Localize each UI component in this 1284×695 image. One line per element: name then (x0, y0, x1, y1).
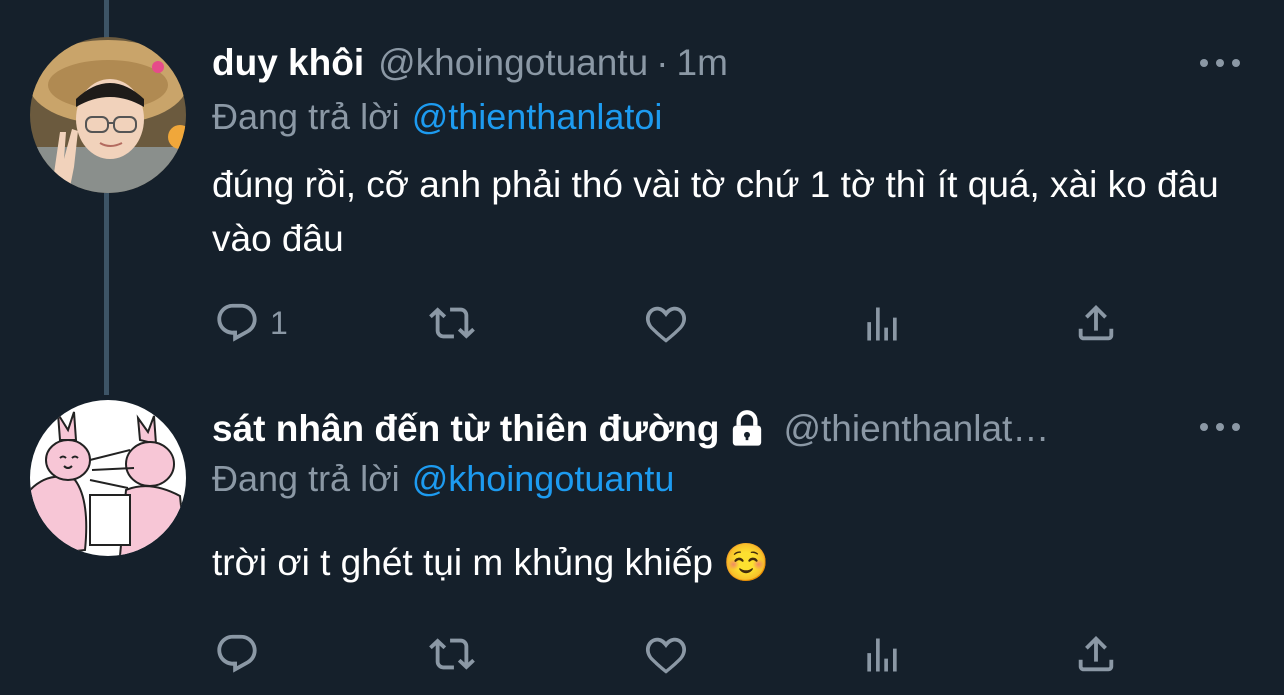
share-button[interactable] (1073, 631, 1119, 677)
analytics-button[interactable] (860, 302, 904, 346)
like-icon (645, 306, 687, 343)
analytics-button[interactable] (860, 633, 904, 677)
timestamp[interactable]: 1m (677, 42, 728, 84)
tweet-header: duy khôi @khoingotuantu · 1m (212, 38, 728, 88)
reply-icon (217, 303, 257, 342)
display-name[interactable]: duy khôi (212, 42, 364, 84)
reply-count: 1 (270, 304, 288, 341)
retweet-icon (429, 307, 475, 339)
replying-to-line: Đang trả lời @khoingotuantu (212, 458, 674, 500)
retweet-icon (429, 638, 475, 670)
analytics-icon (867, 307, 897, 341)
tweet-text: đúng rồi, cỡ anh phải thó vài tờ chứ 1 t… (212, 164, 1219, 259)
like-button[interactable] (642, 300, 690, 346)
share-button[interactable] (1073, 300, 1119, 346)
avatar[interactable] (30, 400, 186, 556)
like-icon (645, 637, 687, 674)
replying-prefix: Đang trả lời (212, 458, 400, 499)
share-icon (1078, 304, 1114, 341)
replying-to-line: Đang trả lời @thienthanlatoi (212, 96, 662, 138)
reply-icon (217, 634, 257, 673)
retweet-button[interactable] (425, 631, 479, 677)
analytics-icon (867, 638, 897, 672)
reply-button[interactable] (214, 631, 270, 677)
separator-dot: · (656, 42, 669, 83)
mention-link[interactable]: @khoingotuantu (412, 458, 675, 499)
replying-prefix: Đang trả lời (212, 96, 400, 137)
lock-icon (725, 409, 769, 449)
tweet-text: trời ơi t ghét tụi m khủng khiếp ☺️ (212, 542, 770, 583)
display-name[interactable]: sát nhân đến từ thiên đường (212, 408, 719, 450)
username-handle[interactable]: @khoingotuantu (378, 42, 648, 84)
retweet-button[interactable] (425, 300, 479, 346)
like-button[interactable] (642, 631, 690, 677)
reply-button[interactable]: 1 (214, 300, 288, 346)
share-icon (1078, 635, 1114, 672)
more-icon[interactable] (1200, 417, 1240, 437)
mention-link[interactable]: @thienthanlatoi (412, 96, 663, 137)
tweet-actions (0, 629, 1284, 679)
more-icon[interactable] (1200, 53, 1240, 73)
avatar[interactable] (30, 37, 186, 193)
tweet-actions: 1 (0, 298, 1284, 348)
username-handle[interactable]: @thienthanlat… (783, 408, 1049, 450)
tweet-header: sát nhân đến từ thiên đường @thienthanla… (212, 404, 1049, 454)
